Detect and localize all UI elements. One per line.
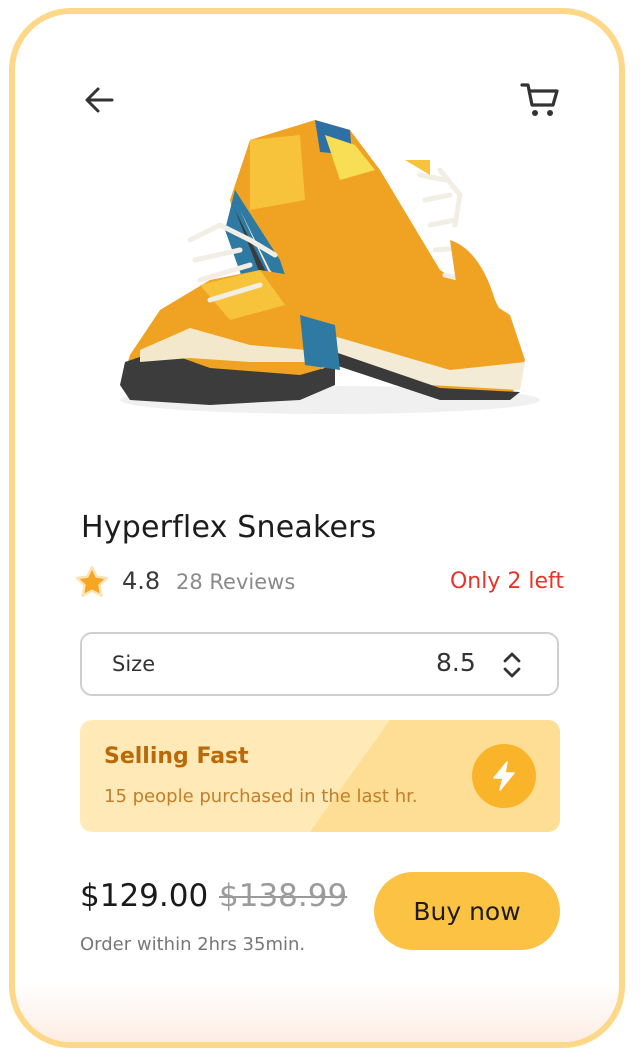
rating-value: 4.8: [122, 567, 161, 595]
rating-row: 4.8 28 Reviews Only 2 left: [74, 560, 564, 604]
original-price: $138.99: [219, 878, 348, 914]
bottom-fade: [15, 982, 619, 1042]
stock-warning: Only 2 left: [449, 569, 564, 594]
buy-now-button[interactable]: Buy now: [374, 872, 560, 950]
lightning-badge: [472, 744, 536, 808]
selling-fast-banner: Selling Fast 15 people purchased in the …: [80, 720, 560, 832]
banner-title: Selling Fast: [104, 744, 249, 769]
sneakers-image: [120, 120, 540, 414]
product-title: Hyperflex Sneakers: [81, 510, 377, 545]
star-icon: [75, 565, 109, 597]
size-selector[interactable]: Size 8.5: [80, 632, 559, 696]
chevron-up-down-icon[interactable]: [500, 650, 524, 680]
size-label: Size: [112, 652, 156, 676]
reviews-link[interactable]: 28 Reviews: [176, 570, 295, 594]
banner-subtitle: 15 people purchased in the last hr.: [104, 786, 418, 807]
current-price: $129.00: [80, 878, 209, 914]
lightning-icon: [493, 761, 515, 791]
order-deadline: Order within 2hrs 35min.: [80, 934, 306, 955]
size-value: 8.5: [436, 648, 476, 677]
